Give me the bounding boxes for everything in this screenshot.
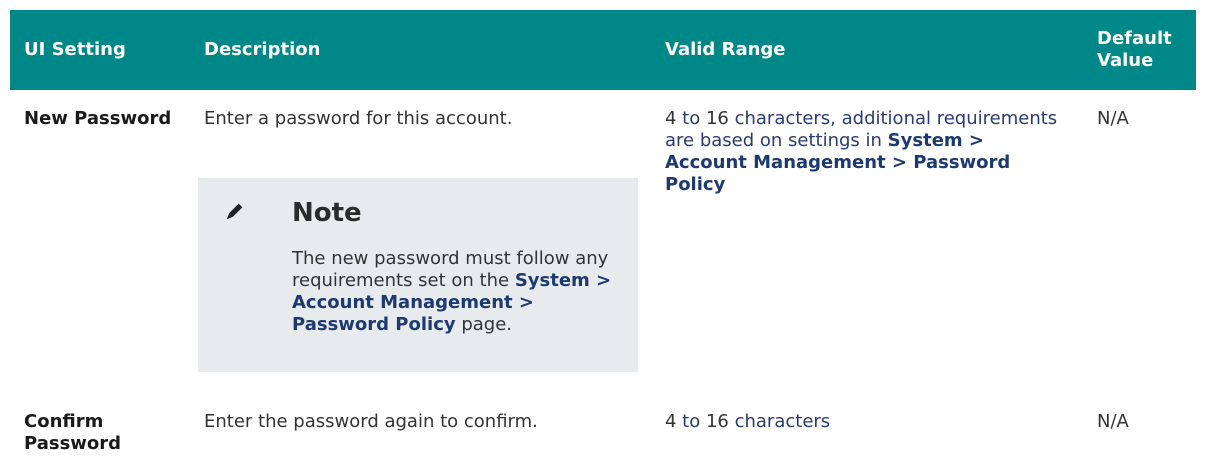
header-description: Description xyxy=(204,39,321,60)
default-new-password: N/A xyxy=(1097,108,1129,129)
range-max: 16 xyxy=(705,108,729,129)
range-max: 16 xyxy=(705,411,729,432)
header-ui-setting: UI Setting xyxy=(24,39,126,60)
pencil-icon xyxy=(226,203,243,220)
range-to: to xyxy=(676,108,706,129)
note-box: Note The new password must follow any re… xyxy=(198,178,638,372)
setting-confirm-password: Confirm Password xyxy=(24,411,122,454)
default-confirm-password: N/A xyxy=(1097,411,1129,432)
header-valid-range: Valid Range xyxy=(665,39,786,60)
note-body-suffix: page. xyxy=(455,314,513,335)
note-title: Note xyxy=(292,198,362,228)
range-confirm-password: 4 to 16 characters xyxy=(665,411,1065,433)
settings-table: UI Setting Description Valid Range Defau… xyxy=(10,10,1196,460)
setting-new-password: New Password xyxy=(24,108,172,129)
range-to: to xyxy=(676,411,706,432)
range-text: characters xyxy=(728,411,831,432)
note-body: The new password must follow any require… xyxy=(292,248,622,336)
table-header: UI Setting Description Valid Range Defau… xyxy=(10,10,1196,90)
header-default-value: Default Value xyxy=(1097,28,1172,71)
range-min: 4 xyxy=(665,108,677,129)
range-min: 4 xyxy=(665,411,677,432)
range-new-password: 4 to 16 characters, additional requireme… xyxy=(665,108,1065,196)
description-new-password: Enter a password for this account. xyxy=(204,108,513,129)
table-row: New Password Enter a password for this a… xyxy=(10,90,1196,390)
table-row: Confirm Password Enter the password agai… xyxy=(10,390,1196,460)
description-confirm-password: Enter the password again to confirm. xyxy=(204,411,538,432)
